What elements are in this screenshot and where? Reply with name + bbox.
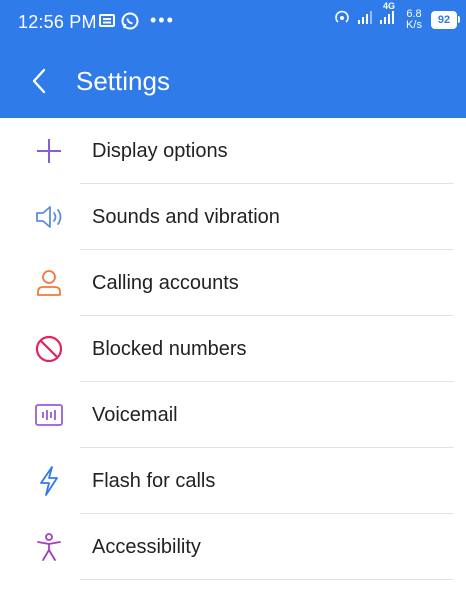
status-time: 12:56 PM: [18, 12, 97, 32]
page-title: Settings: [76, 66, 170, 96]
battery-icon: 92: [431, 10, 460, 29]
plus-icon: [33, 135, 65, 167]
network-type-label: 4G: [383, 1, 396, 11]
signal-icon-1: [357, 9, 373, 30]
settings-item-voicemail[interactable]: Voicemail: [0, 382, 466, 448]
more-notifications-icon: •••: [150, 10, 175, 30]
settings-item-label: Calling accounts: [92, 272, 239, 294]
settings-item-accessibility[interactable]: Accessibility: [0, 514, 466, 580]
settings-item-calling-accounts[interactable]: Calling accounts: [0, 250, 466, 316]
voicemail-icon: [33, 399, 65, 431]
settings-item-label: Display options: [92, 140, 228, 162]
battery-level: 92: [431, 10, 457, 29]
blocked-icon: [33, 333, 65, 365]
status-right-icons: 4G 6.8 K/s 92: [333, 1, 460, 31]
settings-list: Display options Sounds and vibration Cal…: [0, 118, 466, 580]
flash-icon: [33, 465, 65, 497]
settings-item-label: Accessibility: [92, 536, 201, 558]
settings-item-flash-for-calls[interactable]: Flash for calls: [0, 448, 466, 514]
person-icon: [33, 267, 65, 299]
settings-item-display-options[interactable]: Display options: [0, 118, 466, 184]
back-arrow-icon: [32, 68, 46, 94]
network-speed-value: 6.8: [406, 7, 422, 20]
settings-item-label: Sounds and vibration: [92, 206, 280, 228]
divider: [80, 579, 454, 580]
settings-item-label: Voicemail: [92, 404, 178, 426]
speaker-icon: [33, 201, 65, 233]
message-icon: [98, 12, 116, 30]
whatsapp-icon: [120, 11, 140, 31]
status-notification-icons: •••: [98, 10, 175, 31]
toolbar: Settings: [0, 44, 466, 118]
network-speed: 6.8 K/s: [403, 7, 425, 31]
status-bar: 12:56 PM ••• 4G 6.8 K/s 92: [0, 0, 466, 44]
network-speed-unit: K/s: [406, 18, 422, 31]
back-button[interactable]: [24, 66, 54, 96]
accessibility-icon: [33, 531, 65, 563]
settings-item-label: Blocked numbers: [92, 338, 247, 360]
app-header: 12:56 PM ••• 4G 6.8 K/s 92 Settings: [0, 0, 466, 118]
settings-item-sounds-and-vibration[interactable]: Sounds and vibration: [0, 184, 466, 250]
signal-icon-2: 4G: [379, 1, 397, 30]
settings-item-label: Flash for calls: [92, 470, 216, 492]
settings-item-blocked-numbers[interactable]: Blocked numbers: [0, 316, 466, 382]
hotspot-icon: [333, 8, 351, 31]
